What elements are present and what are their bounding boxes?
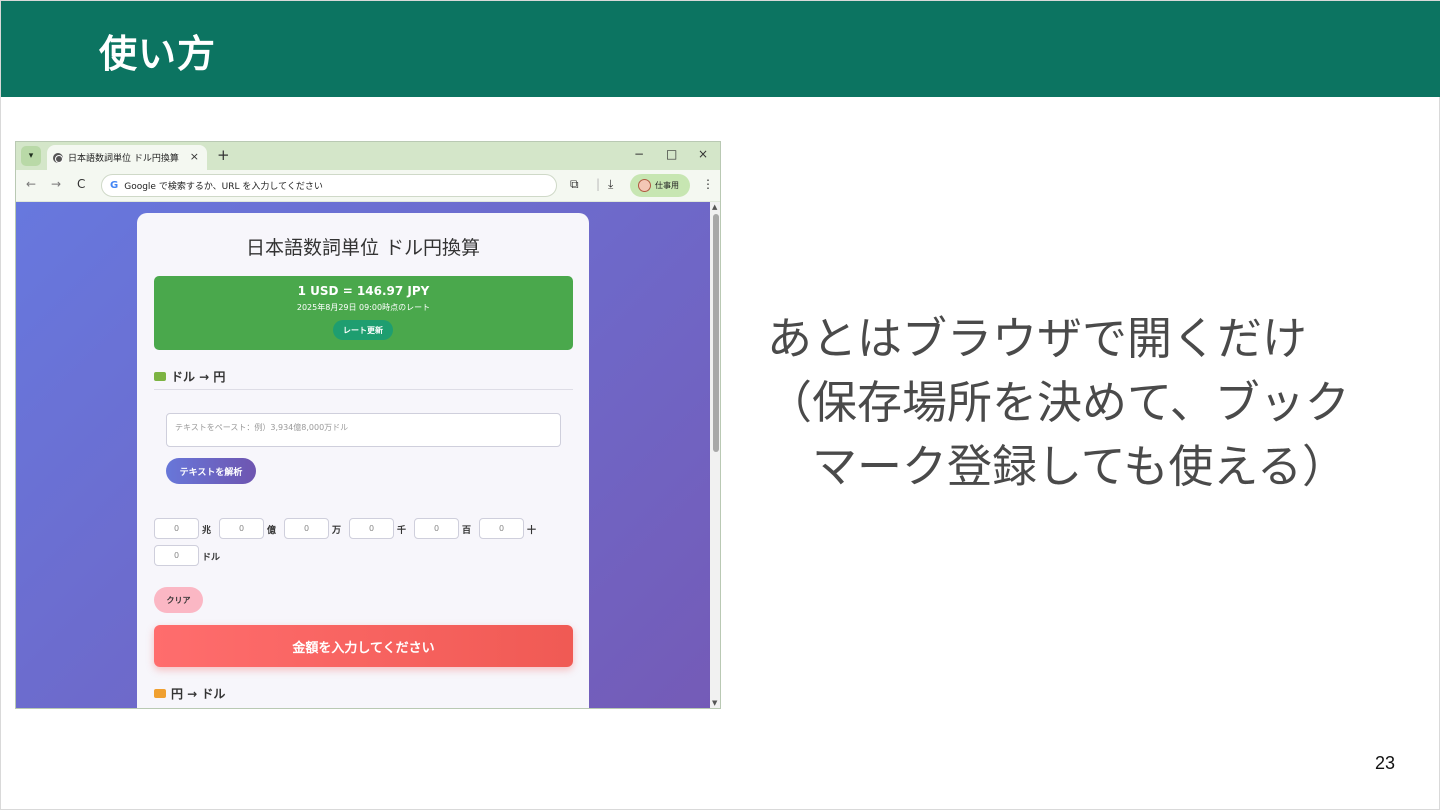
- browser-tab[interactable]: 日本語数詞単位 ドル円換算 ×: [47, 145, 207, 170]
- scroll-thumb[interactable]: [713, 214, 719, 452]
- google-icon: G: [110, 180, 119, 191]
- globe-icon: [53, 152, 63, 163]
- reload-button[interactable]: C: [77, 177, 85, 191]
- address-placeholder: Google で検索するか、URL を入力してください: [124, 182, 323, 192]
- close-window-button[interactable]: ×: [698, 147, 708, 161]
- hyaku-unit: 百: [462, 526, 472, 536]
- message-line-1: あとはブラウザで開くだけ: [767, 312, 1308, 365]
- oku-unit: 億: [267, 526, 277, 536]
- toolbar-divider: |: [596, 177, 601, 191]
- browser-window: ▾ 日本語数詞単位 ドル円換算 × + − □ × ← → C G Google…: [15, 141, 721, 709]
- minimize-button[interactable]: −: [634, 147, 644, 161]
- oku-input[interactable]: 0: [219, 518, 264, 539]
- usd-to-jpy-label: ドル → 円: [171, 370, 226, 384]
- parse-text-button[interactable]: テキストを解析: [166, 458, 256, 484]
- maximize-button[interactable]: □: [666, 147, 677, 161]
- tab-bar: ▾ 日本語数詞単位 ドル円換算 × + − □ ×: [16, 142, 720, 170]
- tab-search-button[interactable]: ▾: [21, 146, 41, 166]
- scroll-up-icon[interactable]: ▲: [712, 203, 717, 211]
- cho-input[interactable]: 0: [154, 518, 199, 539]
- juu-unit: 十: [527, 526, 537, 536]
- slide: 使い方 ▾ 日本語数詞単位 ドル円換算 × + − □ × ← → C G Go…: [0, 0, 1440, 810]
- profile-label: 仕事用: [655, 181, 679, 190]
- rate-main-text: 1 USD = 146.97 JPY: [297, 284, 430, 298]
- avatar: [638, 179, 651, 192]
- back-button[interactable]: ←: [26, 177, 36, 191]
- slide-header: 使い方: [1, 1, 1440, 97]
- yen-bill-icon: [154, 689, 166, 698]
- section-divider: [154, 389, 573, 390]
- profile-button[interactable]: 仕事用: [630, 174, 690, 197]
- rate-timestamp: 2025年8月29日 09:00時点のレート: [296, 303, 431, 312]
- message-line-3: マーク登録しても使える）: [767, 440, 1348, 493]
- extensions-icon[interactable]: ⧉: [570, 177, 579, 192]
- refresh-rate-button[interactable]: レート更新: [333, 320, 393, 340]
- jpy-to-usd-heading: 円 → ドル: [154, 685, 225, 702]
- new-tab-button[interactable]: +: [217, 146, 230, 164]
- paste-text-input[interactable]: テキストをペースト：例）3,934億8,000万ドル: [166, 413, 561, 447]
- exchange-rate-box: 1 USD = 146.97 JPY 2025年8月29日 09:00時点のレー…: [154, 276, 573, 350]
- browser-menu-icon[interactable]: ⋮: [702, 177, 714, 191]
- result-display: 金額を入力してください: [154, 625, 573, 667]
- juu-input[interactable]: 0: [479, 518, 524, 539]
- scrollbar[interactable]: ▲ ▼: [710, 202, 720, 708]
- forward-button[interactable]: →: [51, 177, 61, 191]
- download-icon[interactable]: ⤓: [608, 177, 613, 192]
- slide-title: 使い方: [99, 32, 217, 76]
- cho-unit: 兆: [202, 526, 212, 536]
- paste-text-placeholder: テキストをペースト：例）3,934億8,000万ドル: [175, 423, 349, 432]
- man-unit: 万: [332, 526, 342, 536]
- sen-input[interactable]: 0: [349, 518, 394, 539]
- dollar-unit: ドル: [202, 553, 221, 563]
- app-title: 日本語数詞単位 ドル円換算: [245, 237, 481, 259]
- message-line-2: （保存場所を決めて、ブック: [767, 376, 1350, 429]
- page-viewport: 日本語数詞単位 ドル円換算 1 USD = 146.97 JPY 2025年8月…: [16, 202, 710, 708]
- dollar-input[interactable]: 0: [154, 545, 199, 566]
- browser-toolbar: ← → C G Google で検索するか、URL を入力してください ⧉ | …: [16, 170, 720, 202]
- man-input[interactable]: 0: [284, 518, 329, 539]
- address-bar[interactable]: G Google で検索するか、URL を入力してください: [101, 174, 557, 197]
- usd-to-jpy-heading: ドル → 円: [154, 368, 225, 385]
- page-number: 23: [1375, 753, 1396, 773]
- converter-card: 日本語数詞単位 ドル円換算 1 USD = 146.97 JPY 2025年8月…: [137, 213, 589, 708]
- hyaku-input[interactable]: 0: [414, 518, 459, 539]
- tab-close-icon[interactable]: ×: [190, 150, 199, 163]
- dollar-bill-icon: [154, 372, 166, 381]
- slide-message: あとはブラウザで開くだけ （保存場所を決めて、ブック マーク登録しても使える）: [767, 307, 1387, 499]
- scroll-down-icon[interactable]: ▼: [712, 699, 717, 707]
- clear-button[interactable]: クリア: [154, 587, 203, 613]
- jpy-to-usd-label: 円 → ドル: [171, 687, 226, 701]
- sen-unit: 千: [397, 526, 407, 536]
- tab-title: 日本語数詞単位 ドル円換算: [68, 154, 179, 164]
